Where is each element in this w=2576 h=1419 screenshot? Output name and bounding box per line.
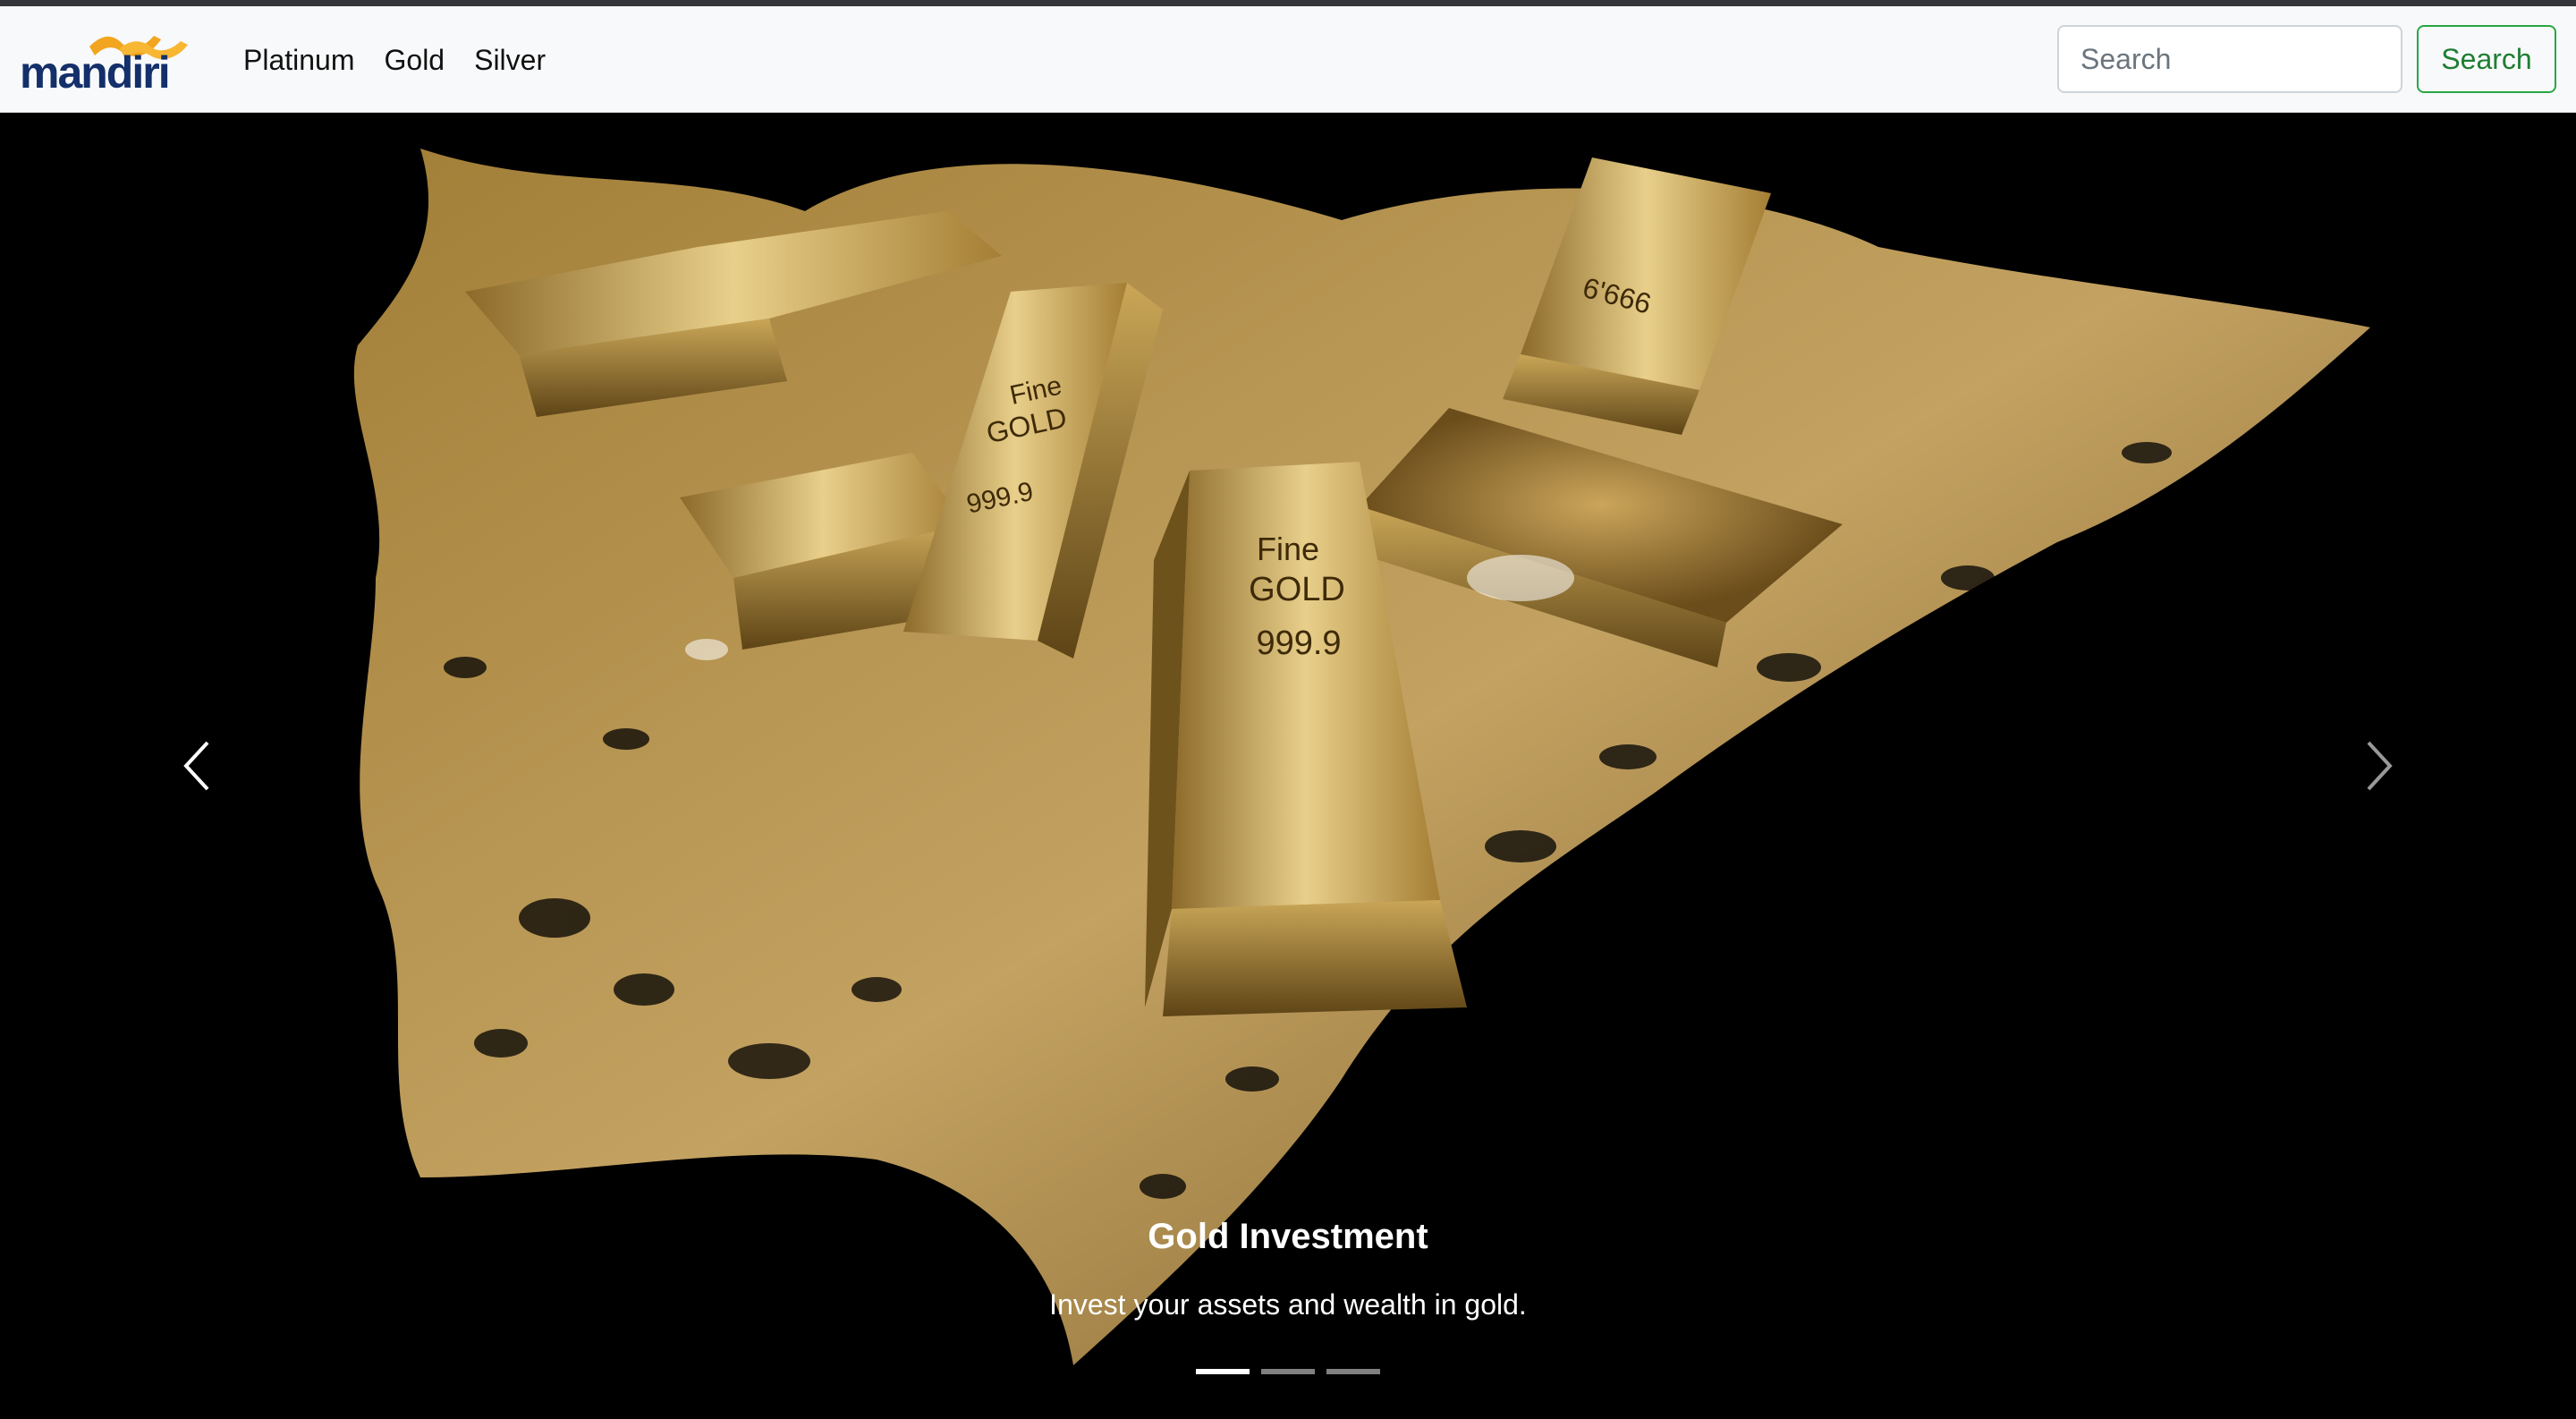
slide-caption-title: Gold Investment [1148, 1217, 1428, 1256]
search-button[interactable]: Search [2417, 25, 2556, 93]
svg-text:999.9: 999.9 [1256, 625, 1341, 662]
window-top-strip [0, 0, 2576, 6]
nav-links: Platinum Gold Silver [243, 6, 575, 113]
carousel-indicator-2[interactable] [1261, 1369, 1315, 1374]
carousel-indicators [1196, 1369, 1392, 1374]
nav-link-gold[interactable]: Gold [385, 46, 445, 74]
carousel-indicator-1[interactable] [1196, 1369, 1250, 1374]
svg-text:Fine: Fine [1257, 531, 1319, 567]
slide-caption-text: Invest your assets and wealth in gold. [1049, 1288, 1527, 1321]
search-input[interactable] [2057, 25, 2402, 93]
chevron-left-icon [183, 741, 209, 791]
hero-carousel: Fine GOLD 999.9 Fine GOLD 999.9 6'666 Go… [0, 113, 2576, 1419]
nav-link-platinum[interactable]: Platinum [243, 46, 355, 74]
mandiri-logo[interactable]: mandiri [20, 30, 199, 95]
slide-caption: Gold Investment Invest your assets and w… [0, 1219, 2576, 1319]
carousel-indicator-3[interactable] [1326, 1369, 1380, 1374]
navbar: mandiri Platinum Gold Silver Search [0, 6, 2576, 113]
brand-wordmark: mandiri [20, 47, 171, 98]
chevron-right-icon [2367, 741, 2393, 791]
nav-link-silver[interactable]: Silver [474, 46, 546, 74]
svg-text:GOLD: GOLD [1249, 571, 1345, 608]
